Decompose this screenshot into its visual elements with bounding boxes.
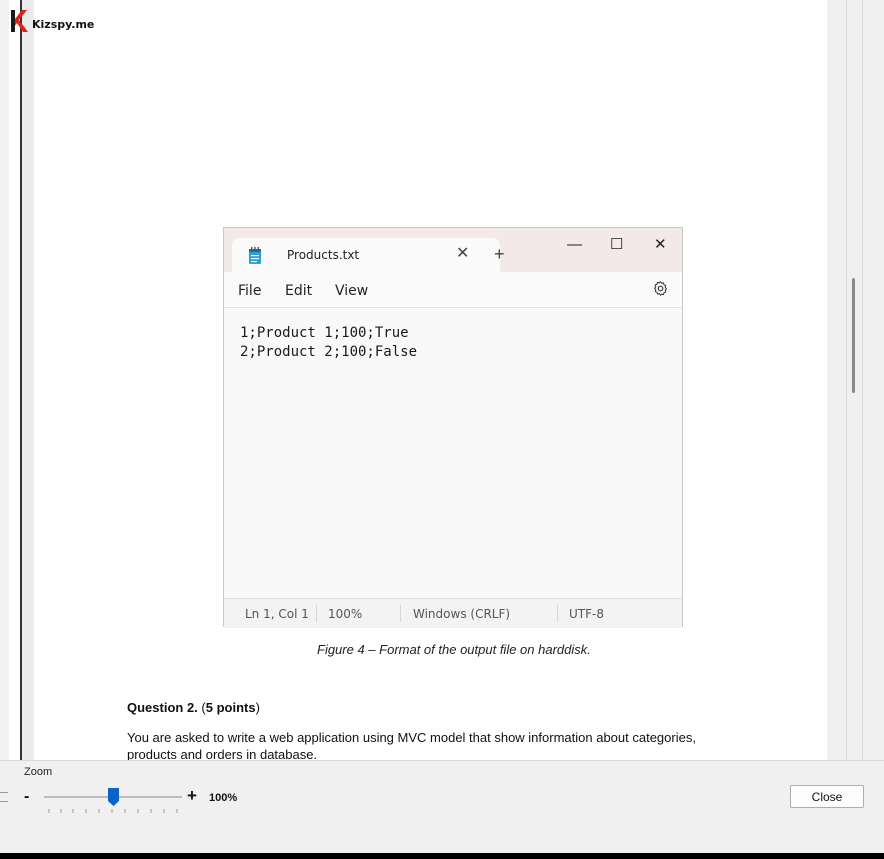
close-button[interactable]: Close — [790, 785, 864, 808]
page-gutter — [22, 0, 34, 760]
zoom-value: 100% — [209, 792, 238, 804]
close-tab-icon: ✕ — [456, 245, 470, 262]
panel-divider — [846, 0, 847, 760]
right-scroll-panel — [827, 0, 884, 760]
question-heading: Question 2. (5 points) — [127, 700, 260, 715]
notepad-tab: Products.txt ✕ — [232, 238, 500, 272]
question-paren: ) — [255, 700, 260, 715]
menu-edit: Edit — [285, 283, 313, 299]
notepad-menubar: File Edit View — [224, 272, 682, 308]
figure-caption: Figure 4 – Format of the output file on … — [317, 642, 591, 657]
zoom-out-button[interactable]: - — [24, 788, 29, 806]
maximize-icon: ☐ — [610, 236, 624, 253]
menu-file: File — [238, 283, 262, 299]
status-encoding: UTF-8 — [569, 607, 604, 621]
status-position: Ln 1, Col 1 — [245, 607, 309, 621]
notepad-text-area: 1;Product 1;100;True 2;Product 2;100;Fal… — [224, 308, 682, 598]
zoom-toolbar: Zoom - + 100% Close — [0, 760, 884, 854]
status-zoom: 100% — [328, 607, 363, 621]
zoom-slider-ticks — [48, 809, 178, 813]
k-logo-icon — [11, 10, 28, 32]
toolbar-edge-mark — [0, 792, 8, 802]
question-paren: ( — [197, 700, 206, 715]
vertical-scrollbar-thumb[interactable] — [852, 278, 855, 393]
new-tab-icon: + — [494, 244, 505, 264]
status-separator — [557, 605, 558, 622]
logo-text: Kizspy.me — [32, 17, 95, 31]
bottom-edge — [0, 853, 884, 859]
zoom-slider-thumb[interactable] — [108, 788, 119, 806]
notepad-tab-title: Products.txt — [287, 248, 360, 262]
status-separator — [316, 605, 317, 622]
menu-view: View — [335, 283, 369, 299]
content-line: 1;Product 1;100;True — [240, 325, 409, 341]
status-separator — [400, 605, 401, 622]
settings-gear-icon — [653, 281, 668, 296]
zoom-in-button[interactable]: + — [187, 786, 197, 806]
content-line: 2;Product 2;100;False — [240, 344, 418, 360]
close-window-icon: ✕ — [654, 236, 667, 253]
kizspy-logo: Kizspy.me — [10, 10, 94, 32]
question-body: You are asked to write a web application… — [127, 730, 696, 762]
notepad-figure: Products.txt ✕ + — ☐ ✕ File Edit View 1;… — [223, 227, 683, 628]
notepad-file-icon — [249, 247, 261, 264]
question-label: Question 2. — [127, 700, 198, 715]
question-points: 5 points — [205, 700, 256, 715]
notepad-statusbar: Ln 1, Col 1 100% Windows (CRLF) UTF-8 — [224, 598, 682, 628]
notepad-titlebar: Products.txt ✕ + — ☐ ✕ — [224, 228, 682, 272]
panel-divider — [862, 0, 863, 760]
window-left-border — [0, 0, 9, 760]
status-line-ending: Windows (CRLF) — [413, 607, 511, 621]
zoom-label: Zoom — [24, 766, 53, 778]
minimize-icon: — — [567, 236, 582, 253]
